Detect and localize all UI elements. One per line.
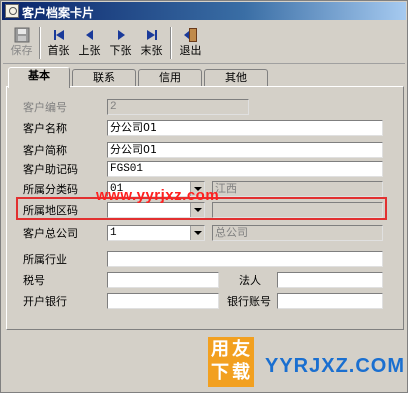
- customer-name-input[interactable]: 分公司01: [107, 120, 383, 136]
- industry-label: 所属行业: [23, 253, 67, 266]
- customer-abbr-value: 分公司01: [110, 143, 157, 156]
- window-title: 客户档案卡片: [22, 6, 95, 20]
- first-record-button[interactable]: 首张: [44, 27, 73, 61]
- tab-contact[interactable]: 联系: [72, 69, 136, 87]
- category-name-field: 江西: [212, 181, 383, 197]
- status-area: 用 友 下 载 YYRJXZ.COM: [3, 337, 405, 391]
- last-record-label: 末张: [140, 44, 163, 57]
- mnemonic-code-label: 客户助记码: [23, 163, 78, 176]
- toolbar: 保存 首张 上张 下张 末张 退出: [3, 22, 405, 64]
- customer-name-label: 客户名称: [23, 122, 67, 135]
- bank-input[interactable]: [107, 293, 219, 309]
- tab-credit[interactable]: 信用: [138, 69, 202, 87]
- industry-input[interactable]: [107, 251, 383, 267]
- first-icon: [51, 27, 67, 43]
- mnemonic-code-input[interactable]: FGS01: [107, 161, 383, 177]
- tax-no-input[interactable]: [107, 272, 219, 288]
- exit-label: 退出: [179, 44, 202, 57]
- next-record-label: 下张: [109, 44, 132, 57]
- previous-icon: [82, 27, 98, 43]
- last-record-button[interactable]: 末张: [137, 27, 166, 61]
- app-icon: [5, 4, 19, 18]
- bank-account-label: 银行账号: [227, 295, 271, 308]
- head-company-name-value: 总公司: [215, 226, 248, 239]
- site-logo-badge: 用 友 下 载: [208, 337, 254, 387]
- customer-abbr-input[interactable]: 分公司01: [107, 142, 383, 158]
- title-bar[interactable]: 客户档案卡片: [2, 2, 406, 20]
- toolbar-separator: [39, 27, 41, 59]
- first-record-label: 首张: [47, 44, 70, 57]
- logo-char-4: 载: [232, 362, 250, 383]
- tab-strip: 基本 联系 信用 其他: [6, 67, 404, 88]
- tax-no-label: 税号: [23, 274, 45, 287]
- category-code-label: 所属分类码: [23, 183, 78, 196]
- head-company-value: 1: [110, 227, 117, 239]
- customer-code-field: 2: [107, 99, 249, 115]
- last-icon: [144, 27, 160, 43]
- bank-label: 开户银行: [23, 295, 67, 308]
- head-company-label: 客户总公司: [23, 227, 78, 240]
- customer-abbr-label: 客户简称: [23, 144, 67, 157]
- watermark-url: www.yyrjxz.com: [96, 187, 220, 204]
- logo-char-2: 友: [232, 339, 250, 360]
- toolbar-separator: [170, 27, 172, 59]
- customer-name-value: 分公司01: [110, 121, 157, 134]
- head-company-name-field: 总公司: [212, 225, 383, 241]
- bank-account-input[interactable]: [277, 293, 383, 309]
- tab-other[interactable]: 其他: [204, 69, 268, 87]
- logo-char-1: 用: [211, 339, 229, 360]
- previous-record-label: 上张: [78, 44, 101, 57]
- mnemonic-code-value: FGS01: [110, 163, 144, 175]
- exit-button[interactable]: 退出: [176, 27, 205, 61]
- next-record-button[interactable]: 下张: [106, 27, 135, 61]
- tab-basic[interactable]: 基本: [8, 67, 70, 88]
- legal-person-input[interactable]: [277, 272, 383, 288]
- customer-code-value: 2: [110, 101, 117, 113]
- next-icon: [113, 27, 129, 43]
- head-company-combo[interactable]: 1: [107, 225, 205, 241]
- site-logo-text: YYRJXZ.COM: [265, 355, 406, 377]
- save-button[interactable]: 保存: [7, 27, 36, 61]
- logo-char-3: 下: [211, 362, 229, 383]
- chevron-down-icon[interactable]: [190, 226, 204, 240]
- save-label: 保存: [10, 44, 33, 57]
- customer-code-label: 客户编号: [23, 101, 67, 114]
- save-icon: [14, 27, 30, 43]
- previous-record-button[interactable]: 上张: [75, 27, 104, 61]
- exit-icon: [183, 27, 199, 43]
- customer-card-window: 客户档案卡片 保存 首张 上张 下张 末张 退出 基本 联系 信用 其他 客户编…: [0, 0, 408, 393]
- legal-person-label: 法人: [239, 274, 261, 287]
